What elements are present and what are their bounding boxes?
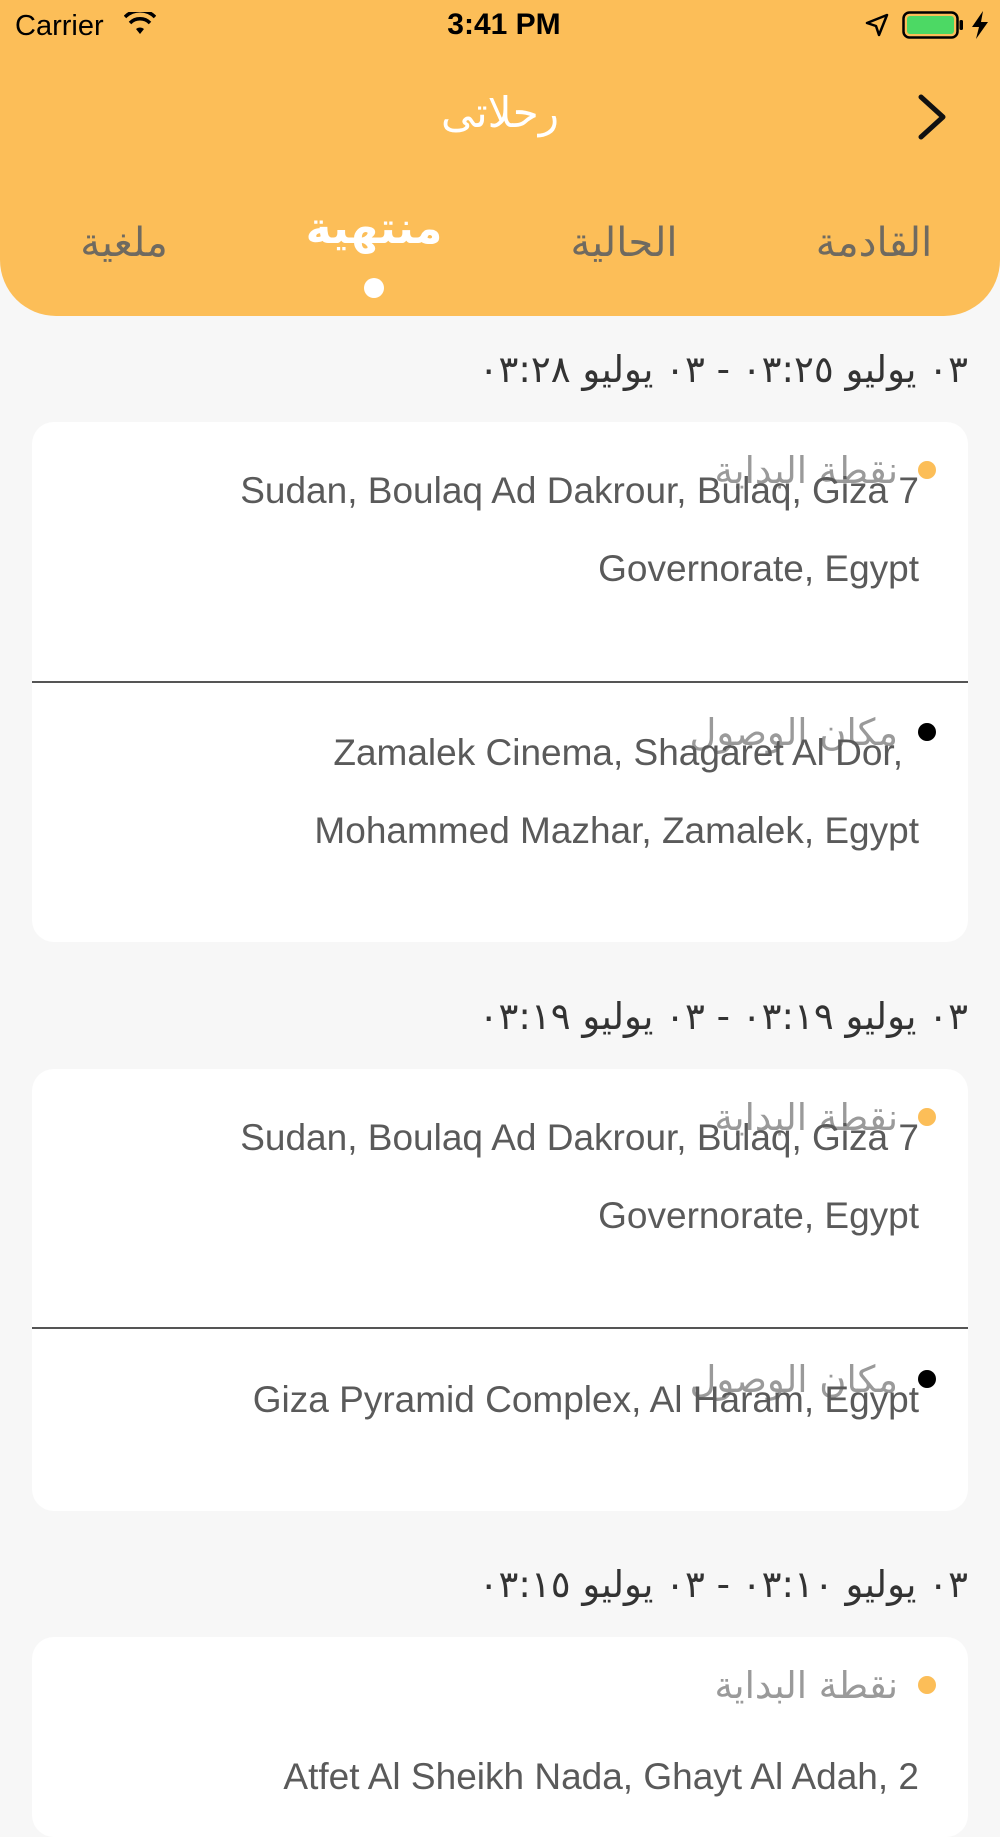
arrival-dot-icon — [918, 723, 936, 741]
start-address-line-2: Governorate, Egypt — [598, 548, 919, 589]
battery-icon — [902, 11, 963, 39]
tab-finished[interactable]: منتهية — [306, 203, 443, 254]
trip-date-range: ٠٣ يوليو ٠٣:١٩ - ٠٣ يوليو ٠٣:١٩ — [478, 995, 968, 1038]
arrival-address-line-1: Zamalek Cinema, Shagaret Al Dor, — [333, 732, 903, 773]
trip-card[interactable]: نقطة البداية Sudan, Boulaq Ad Dakrour, B… — [32, 1069, 968, 1511]
start-point-label: نقطة البداية — [714, 1663, 898, 1707]
status-time: 3:41 PM — [447, 8, 561, 41]
start-address-line-2: Governorate, Egypt — [598, 1195, 919, 1236]
start-point-row: نقطة البداية — [714, 1660, 936, 1710]
active-tab-indicator — [364, 278, 384, 298]
divider — [32, 681, 968, 683]
start-dot-icon — [918, 1676, 936, 1694]
arrival-address-line-2: Mohammed Mazhar, Zamalek, Egypt — [314, 810, 919, 851]
tab-cancelled[interactable]: ملغية — [80, 220, 167, 266]
arrival-dot-icon — [918, 1370, 936, 1388]
trip-date-range: ٠٣ يوليو ٠٣:١٠ - ٠٣ يوليو ٠٣:١٥ — [478, 1563, 968, 1606]
chevron-right-icon[interactable] — [913, 92, 949, 142]
start-dot-icon — [918, 1108, 936, 1126]
start-dot-icon — [918, 461, 936, 479]
trip-card[interactable]: نقطة البداية Atfet Al Sheikh Nada, Ghayt… — [32, 1637, 968, 1837]
status-bar: Carrier 3:41 PM — [0, 0, 1000, 52]
charging-bolt-icon — [972, 11, 988, 39]
start-address-line-1: Sudan, Boulaq Ad Dakrour, Bulaq, Giza 7 — [240, 1117, 919, 1158]
trip-status-tabs: القادمة الحالية منتهية ملغية — [0, 200, 1000, 300]
tab-upcoming[interactable]: القادمة — [816, 220, 932, 266]
trip-card[interactable]: نقطة البداية Sudan, Boulaq Ad Dakrour, B… — [32, 422, 968, 942]
start-address-line-1: Atfet Al Sheikh Nada, Ghayt Al Adah, 2 — [283, 1756, 919, 1797]
trip-date-range: ٠٣ يوليو ٠٣:٢٥ - ٠٣ يوليو ٠٣:٢٨ — [478, 348, 968, 391]
tab-current[interactable]: الحالية — [570, 220, 677, 266]
header-bar: Carrier 3:41 PM رحلاتى القادمة الحالية م… — [0, 0, 1000, 316]
page-title: رحلاتى — [440, 88, 559, 137]
divider — [32, 1327, 968, 1329]
arrival-address-line-1: Giza Pyramid Complex, Al Haram, Egypt — [252, 1379, 919, 1420]
location-arrow-icon — [865, 13, 889, 37]
start-address-line-1: Sudan, Boulaq Ad Dakrour, Bulaq, Giza 7 — [240, 470, 919, 511]
